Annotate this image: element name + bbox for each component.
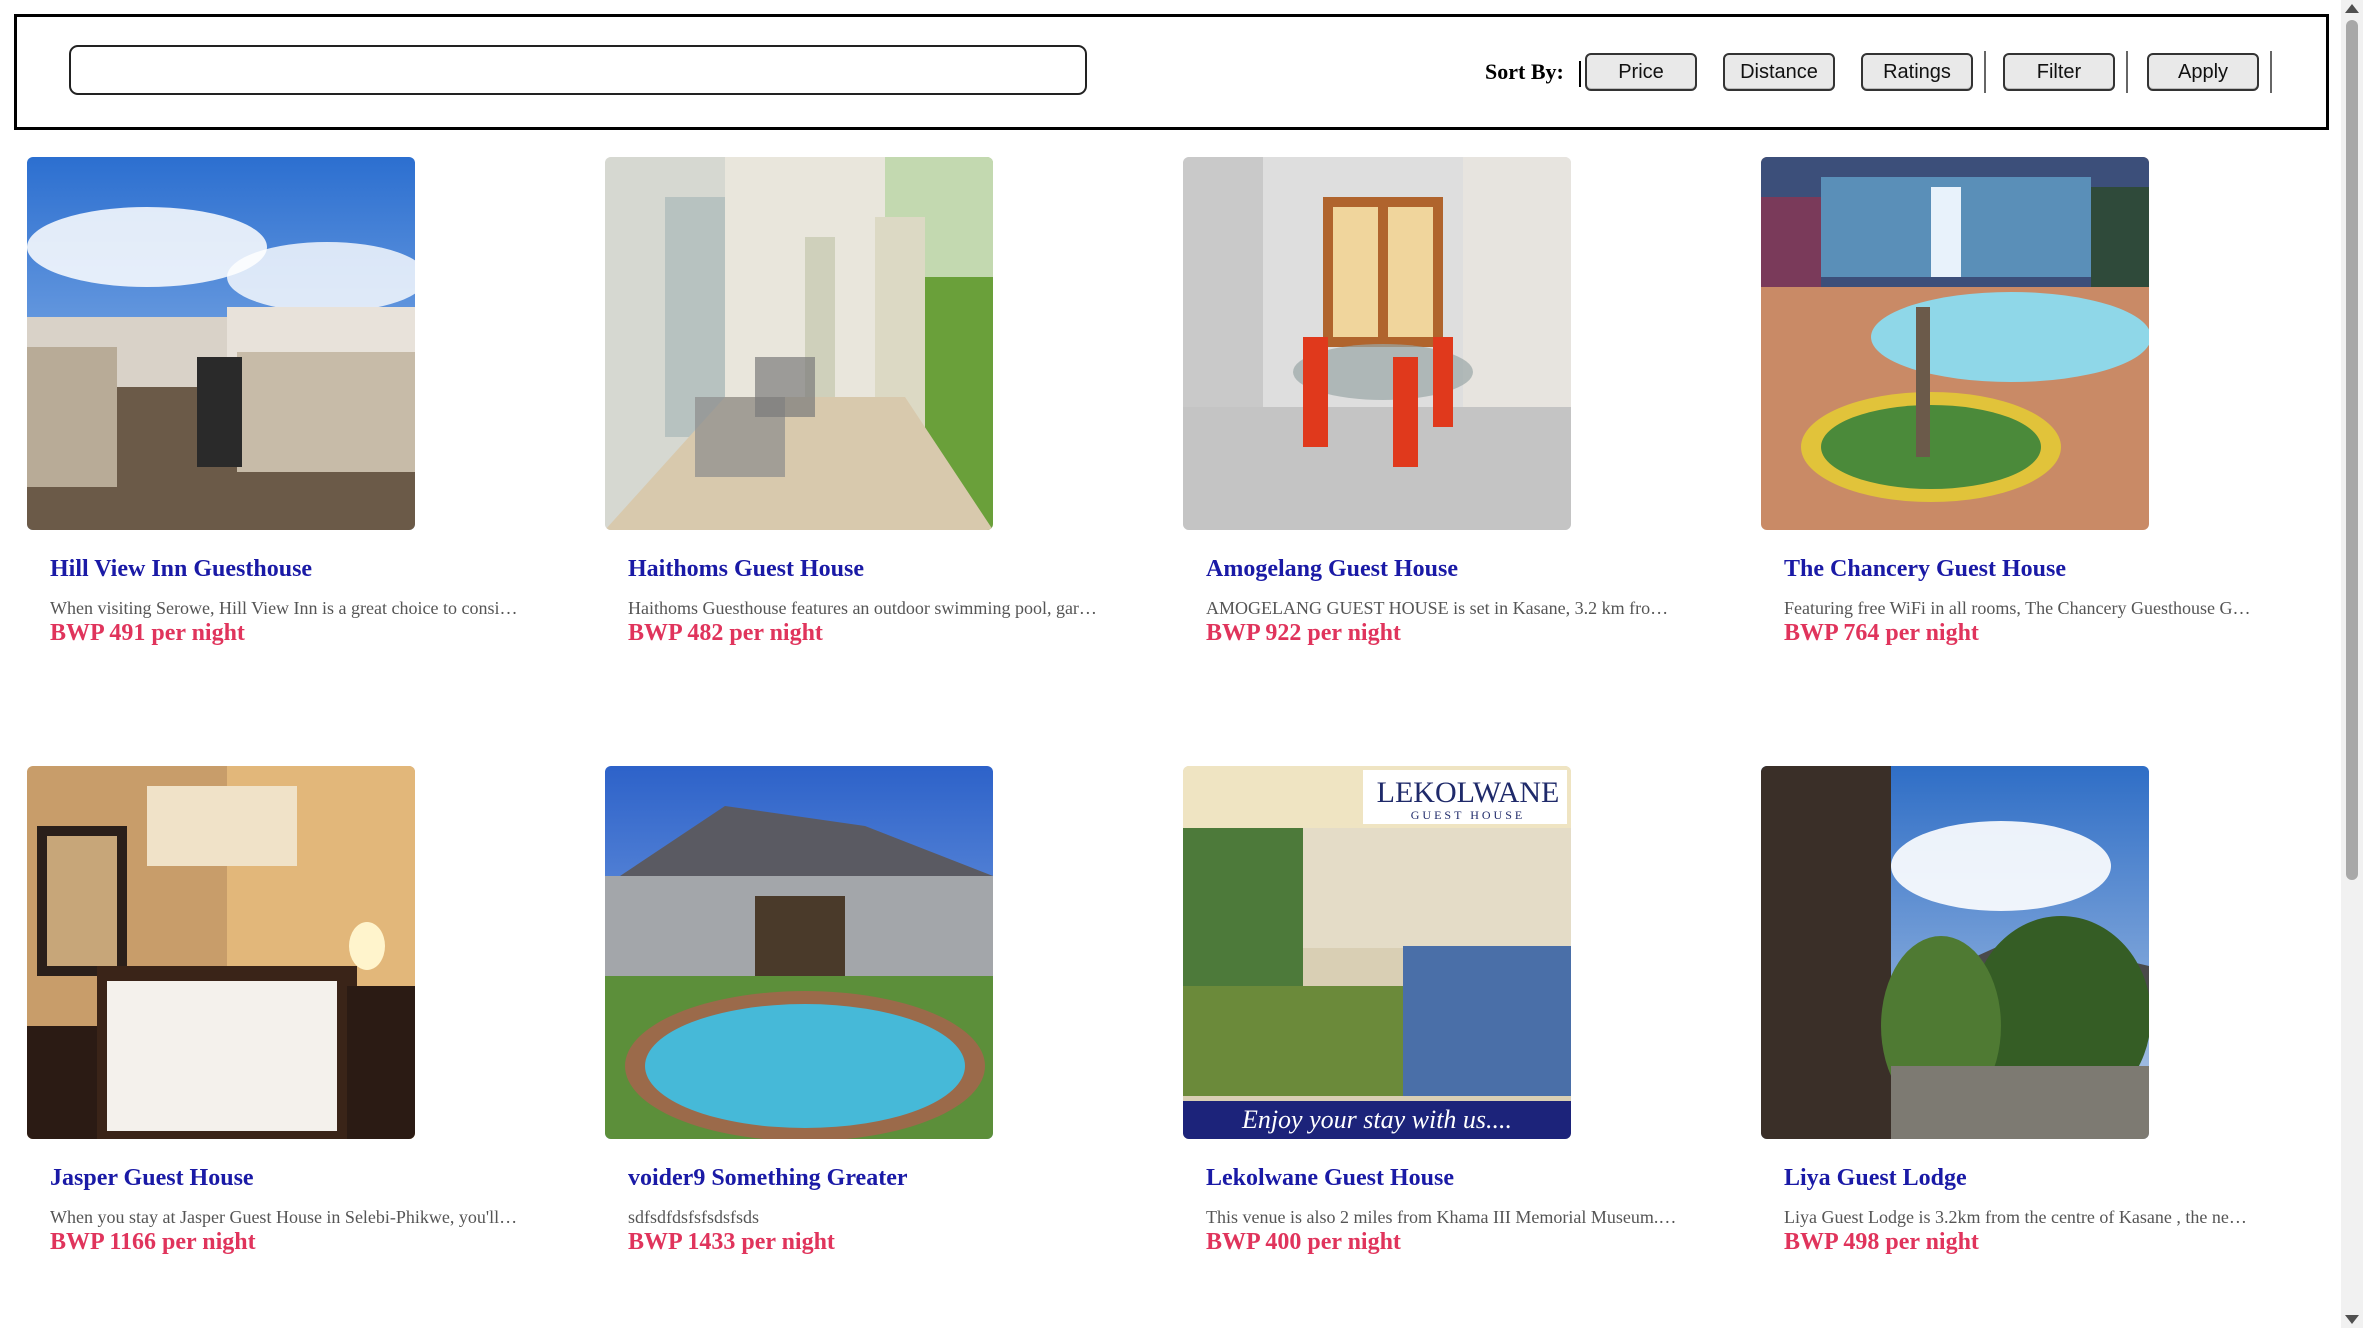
listing-price: BWP 1433 per night: [628, 1229, 835, 1255]
listing-photo[interactable]: LEKOLWANE GUEST HOUSE Enjoy your stay wi…: [1183, 766, 1571, 1139]
lekolwane-logo-text: LEKOLWANE: [1377, 776, 1560, 809]
listing-price: BWP 498 per night: [1784, 1229, 1979, 1255]
listing-card[interactable]: Jasper Guest House When you stay at Jasp…: [14, 744, 574, 1304]
listing-price: BWP 482 per night: [628, 620, 823, 646]
listing-price: BWP 491 per night: [50, 620, 245, 646]
listing-title[interactable]: Jasper Guest House: [50, 1165, 560, 1192]
listing-description: Haithoms Guesthouse features an outdoor …: [628, 598, 1097, 618]
scrollbar-thumb[interactable]: [2346, 20, 2358, 880]
listing-title[interactable]: Amogelang Guest House: [1206, 556, 1716, 583]
listing-photo[interactable]: [27, 157, 415, 530]
listing-description: When visiting Serowe, Hill View Inn is a…: [50, 598, 518, 618]
sort-ratings-button[interactable]: Ratings: [1861, 53, 1973, 91]
text-cursor: [1579, 61, 1581, 87]
listing-title[interactable]: Liya Guest Lodge: [1784, 1165, 2294, 1192]
listing-card[interactable]: LEKOLWANE GUEST HOUSE Enjoy your stay wi…: [1170, 744, 1730, 1304]
listing-description: Featuring free WiFi in all rooms, The Ch…: [1784, 598, 2251, 618]
listing-photo[interactable]: [1183, 157, 1571, 530]
lekolwane-slogan-text: Enjoy your stay with us....: [1241, 1105, 1512, 1134]
listing-photo[interactable]: [27, 766, 415, 1139]
filter-button[interactable]: Filter: [2003, 53, 2115, 91]
listing-card[interactable]: Hill View Inn Guesthouse When visiting S…: [14, 135, 574, 695]
scroll-up-arrow-icon[interactable]: [2345, 4, 2359, 13]
listing-price: BWP 400 per night: [1206, 1229, 1401, 1255]
listing-description: This venue is also 2 miles from Khama II…: [1206, 1207, 1677, 1227]
listing-title[interactable]: voider9 Something Greater: [628, 1165, 1138, 1192]
listing-description: Liya Guest Lodge is 3.2km from the centr…: [1784, 1207, 2247, 1227]
apply-button[interactable]: Apply: [2147, 53, 2259, 91]
listing-description: When you stay at Jasper Guest House in S…: [50, 1207, 518, 1227]
sort-distance-button[interactable]: Distance: [1723, 53, 1835, 91]
listing-title[interactable]: Lekolwane Guest House: [1206, 1165, 1716, 1192]
listing-photo[interactable]: [1761, 157, 2149, 530]
search-input[interactable]: [69, 45, 1087, 95]
toolbar-divider: [2126, 51, 2128, 93]
listing-description: sdfsdfdsfsfsdsfsds: [628, 1207, 760, 1227]
listing-photo[interactable]: [1761, 766, 2149, 1139]
listing-card[interactable]: Haithoms Guest House Haithoms Guesthouse…: [592, 135, 1152, 695]
listing-title[interactable]: The Chancery Guest House: [1784, 556, 2294, 583]
listing-card[interactable]: Liya Guest Lodge Liya Guest Lodge is 3.2…: [1748, 744, 2308, 1304]
listing-photo[interactable]: [605, 157, 993, 530]
listing-price: BWP 922 per night: [1206, 620, 1401, 646]
listing-price: BWP 1166 per night: [50, 1229, 256, 1255]
toolbar: Sort By: Price Distance Ratings Filter A…: [14, 14, 2329, 130]
listing-title[interactable]: Hill View Inn Guesthouse: [50, 556, 560, 583]
listing-card[interactable]: The Chancery Guest House Featuring free …: [1748, 135, 2308, 695]
vertical-scrollbar[interactable]: [2341, 0, 2363, 1328]
lekolwane-logo-subtext: GUEST HOUSE: [1411, 808, 1525, 822]
scroll-down-arrow-icon[interactable]: [2345, 1315, 2359, 1324]
toolbar-divider: [2270, 51, 2272, 93]
listing-card[interactable]: Amogelang Guest House AMOGELANG GUEST HO…: [1170, 135, 1730, 695]
toolbar-divider: [1984, 51, 1986, 93]
sort-price-button[interactable]: Price: [1585, 53, 1697, 91]
listing-title[interactable]: Haithoms Guest House: [628, 556, 1138, 583]
listing-card[interactable]: voider9 Something Greater sdfsdfdsfsfsds…: [592, 744, 1152, 1304]
listing-photo[interactable]: [605, 766, 993, 1139]
listing-description: AMOGELANG GUEST HOUSE is set in Kasane, …: [1206, 598, 1669, 618]
listing-price: BWP 764 per night: [1784, 620, 1979, 646]
sort-by-label: Sort By:: [1485, 59, 1564, 84]
